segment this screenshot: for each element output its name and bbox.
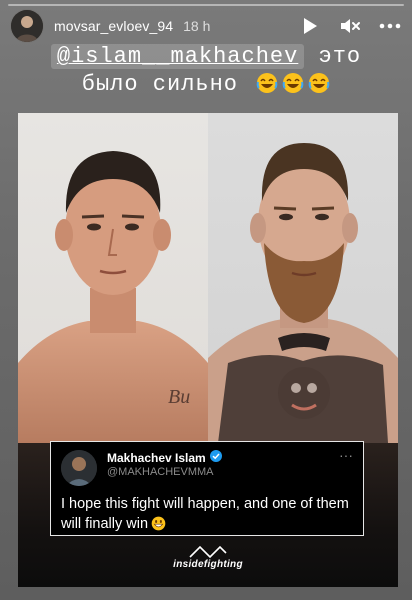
tweet-author-name-text: Makhachev Islam <box>107 450 206 465</box>
story-caption-line-1: @islam__makhachev это <box>0 44 412 69</box>
brand-logo-icon <box>189 546 227 558</box>
tweet-card: Makhachev Islam @MAKHACHEVMMA ··· I hope… <box>50 441 364 536</box>
play-icon[interactable] <box>298 14 322 38</box>
svg-text:Bu: Bu <box>168 386 190 408</box>
story-viewer[interactable]: movsar_evloev_94 18 h @islam__makhachev … <box>0 0 412 600</box>
brand-watermark: insidefighting <box>18 546 398 570</box>
tweet-more-icon: ··· <box>339 447 353 463</box>
mention-link[interactable]: @islam__makhachev <box>50 44 305 69</box>
story-image-card: Bu Makhachev Islam @MAKHACHEVMMA ··· I h… <box>18 113 398 587</box>
brand-name: insidefighting <box>173 559 243 570</box>
laughing-tears-emoji-icon <box>282 72 304 94</box>
user-avatar[interactable] <box>10 9 44 43</box>
caption-text: это <box>318 44 362 69</box>
caption-text-2: было сильно <box>81 72 239 97</box>
tweet-handle: @MAKHACHEVMMA <box>107 466 214 478</box>
story-header: movsar_evloev_94 18 h <box>10 9 402 43</box>
more-icon[interactable] <box>378 14 402 38</box>
grinning-emoji-icon <box>151 516 166 531</box>
mute-icon[interactable] <box>338 14 362 38</box>
laughing-tears-emoji-icon <box>308 72 330 94</box>
story-progress-bar <box>8 4 404 6</box>
verified-badge-icon <box>209 450 222 465</box>
post-time: 18 h <box>183 18 211 34</box>
tweet-avatar <box>61 450 97 486</box>
fighter-photo-left: Bu <box>18 113 208 443</box>
fighter-photo-right <box>208 113 398 443</box>
tweet-body: I hope this fight will happen, and one o… <box>61 496 349 532</box>
username[interactable]: movsar_evloev_94 <box>54 18 173 34</box>
story-caption-line-2: было сильно <box>0 72 412 97</box>
laughing-tears-emoji-icon <box>256 72 278 94</box>
tweet-author-name: Makhachev Islam <box>107 450 222 465</box>
tweet-text: I hope this fight will happen, and one o… <box>61 494 353 534</box>
